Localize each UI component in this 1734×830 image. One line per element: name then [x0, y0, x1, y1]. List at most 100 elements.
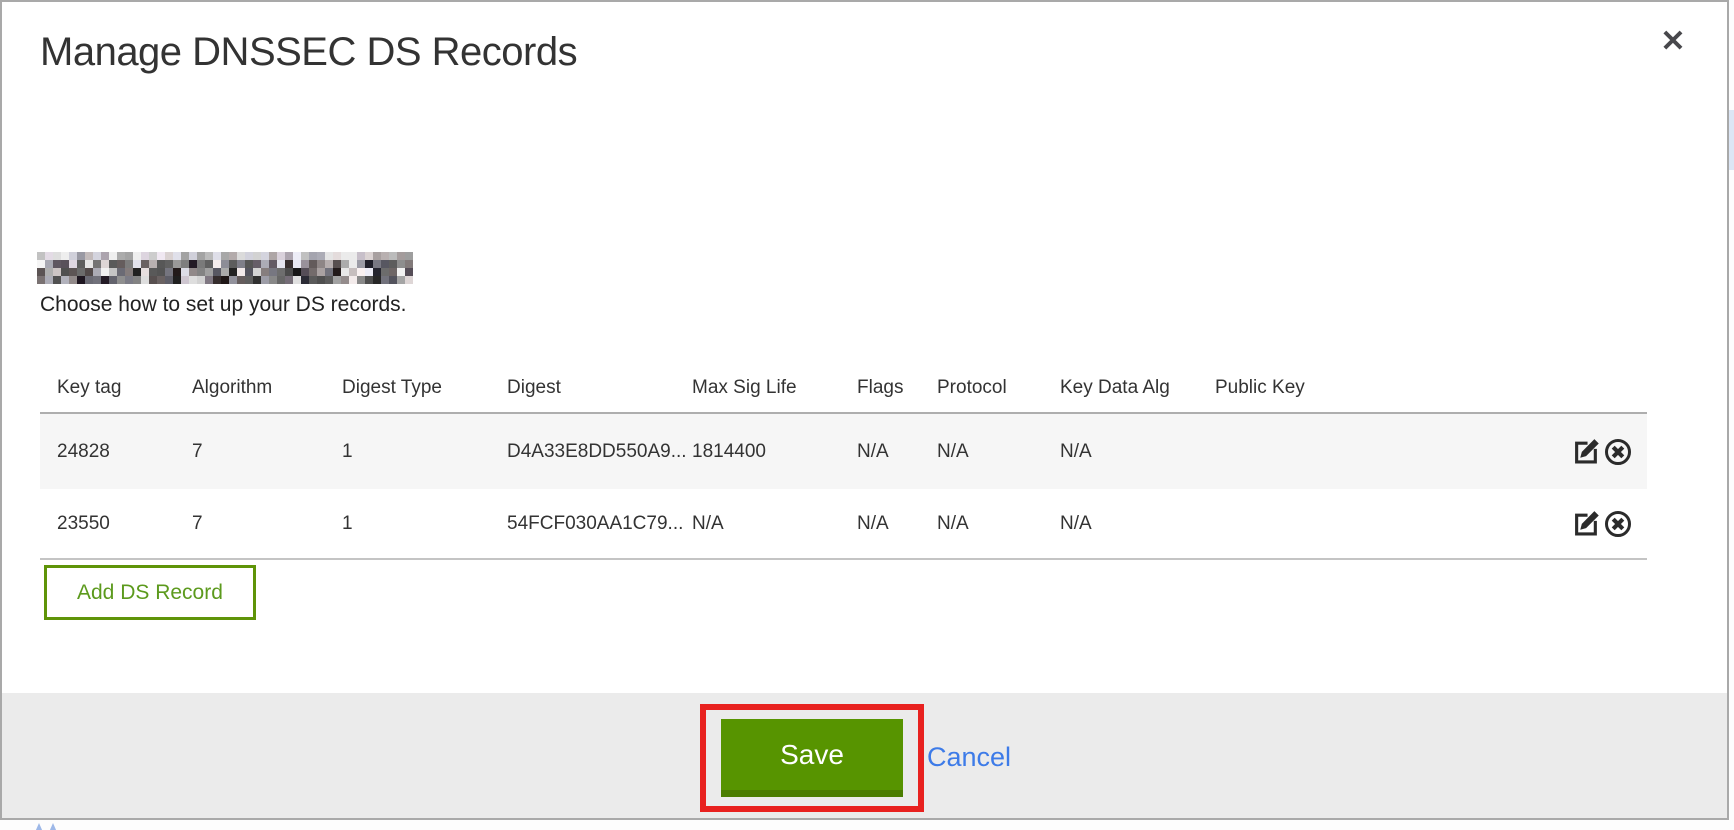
mosaic-pixel — [181, 260, 189, 268]
mosaic-pixel — [61, 268, 69, 276]
mosaic-pixel — [317, 260, 325, 268]
mosaic-pixel — [197, 260, 205, 268]
mosaic-pixel — [365, 252, 373, 260]
mosaic-pixel — [309, 260, 317, 268]
mosaic-pixel — [269, 268, 277, 276]
mosaic-pixel — [397, 252, 405, 260]
mosaic-pixel — [261, 276, 269, 284]
mosaic-pixel — [77, 252, 85, 260]
mosaic-pixel — [325, 268, 333, 276]
edit-record-button[interactable] — [1572, 438, 1601, 466]
delete-record-button[interactable] — [1603, 510, 1632, 538]
mosaic-pixel — [133, 276, 141, 284]
mosaic-pixel — [157, 260, 165, 268]
mosaic-pixel — [189, 252, 197, 260]
edit-record-button[interactable] — [1572, 510, 1601, 538]
mosaic-pixel — [325, 276, 333, 284]
column-header: Flags — [857, 377, 937, 399]
mosaic-pixel — [69, 260, 77, 268]
mosaic-pixel — [341, 276, 349, 284]
mosaic-pixel — [373, 268, 381, 276]
mosaic-pixel — [197, 252, 205, 260]
mosaic-pixel — [261, 252, 269, 260]
mosaic-pixel — [357, 260, 365, 268]
mosaic-pixel — [69, 268, 77, 276]
mosaic-pixel — [125, 268, 133, 276]
mosaic-pixel — [269, 276, 277, 284]
mosaic-pixel — [173, 268, 181, 276]
mosaic-pixel — [85, 268, 93, 276]
mosaic-pixel — [405, 276, 413, 284]
mosaic-pixel — [277, 268, 285, 276]
mosaic-pixel — [357, 276, 365, 284]
edit-icon — [1573, 510, 1600, 537]
edit-icon — [1573, 438, 1600, 465]
table-cell: N/A — [857, 513, 937, 535]
mosaic-pixel — [77, 268, 85, 276]
mosaic-pixel — [301, 252, 309, 260]
mosaic-pixel — [229, 276, 237, 284]
table-cell: 7 — [192, 513, 342, 535]
mosaic-pixel — [253, 260, 261, 268]
mosaic-pixel — [285, 276, 293, 284]
mosaic-pixel — [117, 276, 125, 284]
mosaic-pixel — [101, 252, 109, 260]
mosaic-pixel — [165, 276, 173, 284]
row-actions — [1570, 438, 1632, 466]
mosaic-pixel — [293, 276, 301, 284]
mosaic-pixel — [93, 252, 101, 260]
mosaic-pixel — [165, 252, 173, 260]
mosaic-pixel — [293, 252, 301, 260]
mosaic-pixel — [389, 276, 397, 284]
close-icon[interactable]: ✕ — [1655, 24, 1691, 60]
ds-records-table: Key tagAlgorithmDigest TypeDigestMax Sig… — [40, 364, 1647, 560]
table-cell: 1 — [342, 441, 507, 463]
background-page-glyph — [30, 821, 64, 830]
mosaic-pixel — [85, 260, 93, 268]
mosaic-pixel — [205, 276, 213, 284]
dialog-instruction: Choose how to set up your DS records. — [40, 293, 407, 317]
mosaic-pixel — [221, 268, 229, 276]
mosaic-pixel — [269, 260, 277, 268]
mosaic-pixel — [277, 260, 285, 268]
mosaic-pixel — [397, 260, 405, 268]
mosaic-pixel — [205, 260, 213, 268]
mosaic-pixel — [357, 268, 365, 276]
mosaic-pixel — [261, 260, 269, 268]
save-button[interactable]: Save — [721, 719, 903, 797]
add-ds-record-button[interactable]: Add DS Record — [44, 565, 256, 620]
delete-record-button[interactable] — [1603, 438, 1632, 466]
mosaic-pixel — [277, 252, 285, 260]
mosaic-pixel — [37, 268, 45, 276]
mosaic-pixel — [381, 268, 389, 276]
mosaic-pixel — [157, 252, 165, 260]
mosaic-pixel — [197, 268, 205, 276]
column-header: Algorithm — [192, 377, 342, 399]
mosaic-pixel — [189, 276, 197, 284]
mosaic-pixel — [45, 260, 53, 268]
mosaic-pixel — [61, 260, 69, 268]
mosaic-pixel — [93, 268, 101, 276]
mosaic-pixel — [109, 252, 117, 260]
mosaic-pixel — [37, 260, 45, 268]
mosaic-pixel — [237, 260, 245, 268]
mosaic-pixel — [405, 268, 413, 276]
mosaic-pixel — [317, 276, 325, 284]
mosaic-pixel — [157, 276, 165, 284]
cancel-link[interactable]: Cancel — [927, 742, 1011, 773]
mosaic-pixel — [205, 268, 213, 276]
mosaic-pixel — [45, 268, 53, 276]
mosaic-pixel — [405, 260, 413, 268]
mosaic-pixel — [397, 276, 405, 284]
mosaic-pixel — [365, 276, 373, 284]
column-header: Key tag — [57, 377, 192, 399]
mosaic-pixel — [245, 276, 253, 284]
mosaic-pixel — [37, 252, 45, 260]
mosaic-pixel — [117, 268, 125, 276]
mosaic-pixel — [53, 276, 61, 284]
mosaic-pixel — [333, 268, 341, 276]
mosaic-pixel — [317, 252, 325, 260]
mosaic-pixel — [85, 252, 93, 260]
mosaic-pixel — [389, 260, 397, 268]
mosaic-pixel — [165, 260, 173, 268]
